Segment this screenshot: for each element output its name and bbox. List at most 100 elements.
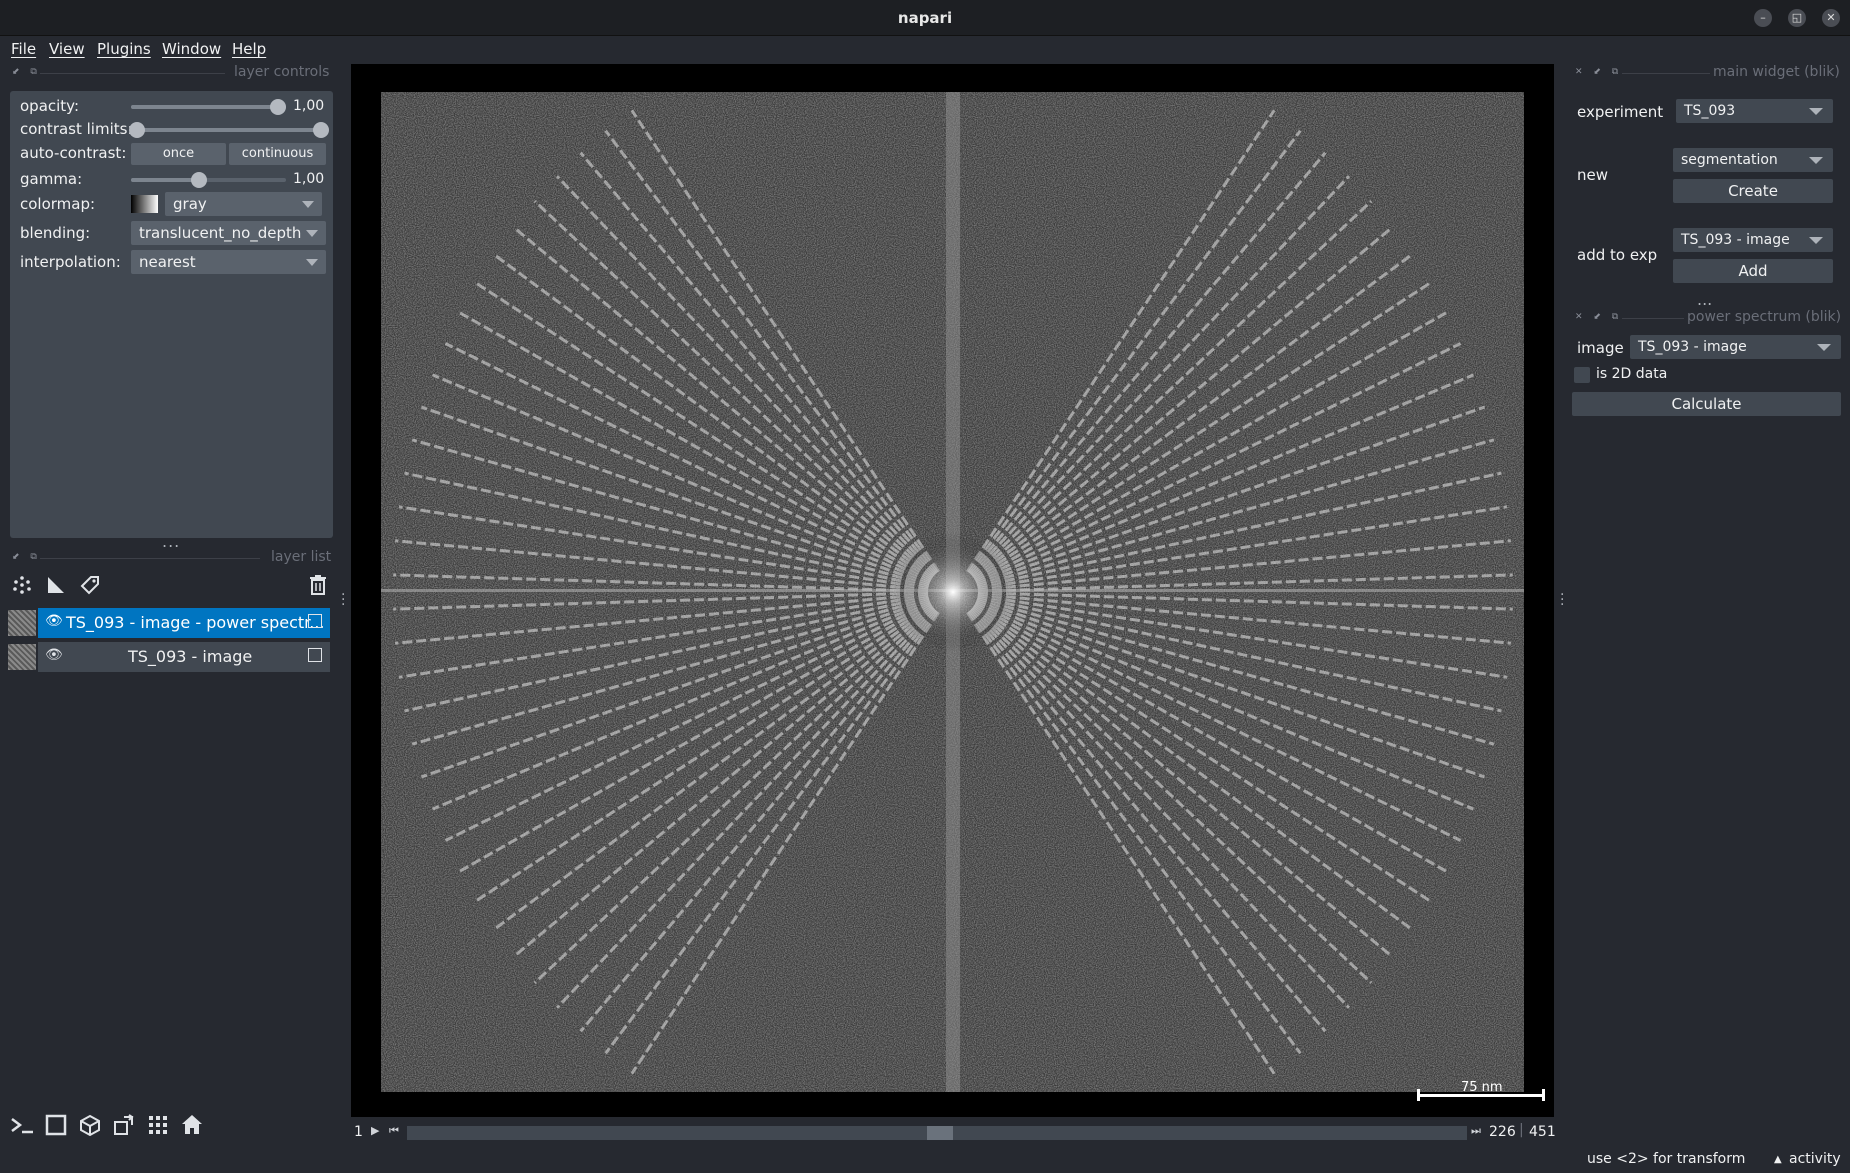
chevron-up-icon[interactable]: ▲ xyxy=(1774,1154,1782,1165)
calculate-button[interactable]: Calculate xyxy=(1572,392,1841,416)
widget-splitter-handle[interactable]: ... xyxy=(1697,290,1712,309)
scale-bar-tick xyxy=(1417,1089,1420,1101)
contrast-min-handle[interactable] xyxy=(129,122,145,138)
dock-divider xyxy=(1622,73,1710,74)
chevron-down-icon xyxy=(1809,237,1823,244)
minimize-button[interactable]: – xyxy=(1754,9,1772,27)
dims-slider-track[interactable] xyxy=(407,1126,1467,1140)
layer-thumbnail xyxy=(8,644,36,670)
image-dropdown[interactable]: TS_093 - image xyxy=(1630,335,1841,359)
left-dock-splitter[interactable]: · · · xyxy=(341,588,345,612)
delete-layer-icon[interactable] xyxy=(305,572,331,598)
opacity-label: opacity: xyxy=(20,97,80,115)
interpolation-dropdown[interactable]: nearest xyxy=(131,250,326,274)
layer-item-selected[interactable]: 👁 TS_093 - image - power spectr... xyxy=(38,608,330,638)
contrast-limits-label: contrast limits: xyxy=(20,120,133,138)
dock-buttons-icon[interactable]: ✕ ⬋ ⧉ xyxy=(1575,312,1622,322)
add-to-exp-value: TS_093 - image xyxy=(1681,232,1790,248)
blending-dropdown[interactable]: translucent_no_depth xyxy=(131,221,326,245)
layer-item[interactable]: 👁 TS_093 - image xyxy=(38,642,330,672)
new-labels-layer-icon[interactable] xyxy=(77,572,103,598)
gamma-slider[interactable] xyxy=(131,172,286,188)
new-shapes-layer-icon[interactable] xyxy=(43,572,69,598)
layer-controls-title: layer controls xyxy=(234,64,330,80)
add-to-exp-dropdown[interactable]: TS_093 - image xyxy=(1673,228,1833,252)
dock-buttons-icon[interactable]: ⬋ ⧉ xyxy=(12,67,41,77)
console-icon[interactable] xyxy=(7,1110,37,1140)
contrast-limits-fill xyxy=(131,128,327,132)
transpose-icon[interactable] xyxy=(109,1110,139,1140)
is-2d-data-checkbox[interactable] xyxy=(1574,367,1590,383)
chevron-down-icon xyxy=(1809,108,1823,115)
menu-bar: File View Plugins Window Help xyxy=(0,36,1850,64)
new-points-layer-icon[interactable] xyxy=(9,572,35,598)
chevron-down-icon xyxy=(1809,157,1823,164)
chevron-down-icon xyxy=(1817,344,1831,351)
power-spectrum-image xyxy=(381,92,1524,1092)
image-layer-icon xyxy=(308,614,322,628)
close-button[interactable]: ✕ xyxy=(1822,9,1840,27)
gamma-value: 1,00 xyxy=(293,171,325,187)
image-value: TS_093 - image xyxy=(1638,339,1747,355)
chevron-down-icon xyxy=(302,201,314,208)
step-back-icon[interactable]: ⏮ xyxy=(389,1124,399,1138)
activity-button[interactable]: activity xyxy=(1789,1151,1841,1167)
main-widget-title: main widget (blik) xyxy=(1713,64,1840,80)
gamma-label: gamma: xyxy=(20,170,83,188)
layer-name[interactable]: TS_093 - image - power spectr... xyxy=(66,613,325,632)
dock-buttons-icon[interactable]: ⬋ ⧉ xyxy=(12,552,41,562)
auto-contrast-label: auto-contrast: xyxy=(20,144,127,162)
spectrum-center-peak xyxy=(893,532,1013,652)
dock-divider xyxy=(40,558,260,559)
menu-help[interactable]: Help xyxy=(232,40,266,58)
create-button[interactable]: Create xyxy=(1673,179,1833,203)
step-forward-icon[interactable]: ⏭ xyxy=(1471,1124,1481,1138)
eye-icon[interactable]: 👁 xyxy=(45,613,63,629)
contrast-max-handle[interactable] xyxy=(313,122,329,138)
colormap-dropdown[interactable]: gray xyxy=(165,192,322,216)
dims-slider-bar: 1 ▶ ⏮ ⏭ 226 | 451 xyxy=(351,1117,1556,1149)
eye-icon[interactable]: 👁 xyxy=(45,647,63,663)
window-title: napari xyxy=(897,9,953,27)
right-dock-splitter[interactable]: · · · xyxy=(1560,588,1564,612)
add-to-exp-label: add to exp xyxy=(1577,246,1658,264)
title-bar: napari – ◱ ✕ xyxy=(0,0,1850,36)
grid-view-icon[interactable] xyxy=(143,1110,173,1140)
dims-total-value: 451 xyxy=(1529,1124,1556,1140)
ndisplay-toggle-icon[interactable] xyxy=(41,1110,71,1140)
panel-splitter-handle[interactable]: ... xyxy=(162,532,180,551)
dock-buttons-icon[interactable]: ✕ ⬋ ⧉ xyxy=(1575,67,1622,77)
menu-view[interactable]: View xyxy=(49,40,85,58)
layer-name[interactable]: TS_093 - image xyxy=(128,647,252,666)
opacity-value: 1,00 xyxy=(293,98,325,114)
menu-file[interactable]: File xyxy=(11,40,36,58)
dims-slider-handle[interactable] xyxy=(927,1126,953,1140)
new-layer-type-value: segmentation xyxy=(1681,152,1778,168)
colormap-label: colormap: xyxy=(20,195,96,213)
home-icon[interactable] xyxy=(177,1110,207,1140)
new-label: new xyxy=(1577,166,1609,184)
menu-window[interactable]: Window xyxy=(162,40,221,58)
experiment-label: experiment xyxy=(1577,103,1664,121)
opacity-slider-fill xyxy=(131,105,286,109)
auto-contrast-once-button[interactable]: once xyxy=(131,143,226,165)
contrast-limits-slider[interactable] xyxy=(129,122,329,138)
menu-plugins[interactable]: Plugins xyxy=(97,40,151,58)
new-layer-type-dropdown[interactable]: segmentation xyxy=(1673,148,1833,172)
gamma-slider-handle[interactable] xyxy=(191,172,207,188)
status-bar: use <2> for transform ▲ activity xyxy=(0,1149,1850,1173)
dims-separator: | xyxy=(1519,1122,1524,1138)
experiment-dropdown[interactable]: TS_093 xyxy=(1676,99,1833,123)
opacity-slider[interactable] xyxy=(131,99,286,115)
add-button[interactable]: Add xyxy=(1673,259,1833,283)
maximize-button[interactable]: ◱ xyxy=(1788,9,1806,27)
auto-contrast-continuous-button[interactable]: continuous xyxy=(229,143,326,165)
dims-current-value[interactable]: 226 xyxy=(1489,1124,1516,1140)
layer-thumbnail xyxy=(8,610,36,636)
scale-bar-label: 75 nm xyxy=(1461,1080,1503,1095)
roll-dims-icon[interactable] xyxy=(75,1110,105,1140)
interpolation-value: nearest xyxy=(139,253,196,271)
opacity-slider-handle[interactable] xyxy=(270,99,286,115)
play-icon[interactable]: ▶ xyxy=(371,1124,379,1137)
dock-divider xyxy=(40,73,225,74)
